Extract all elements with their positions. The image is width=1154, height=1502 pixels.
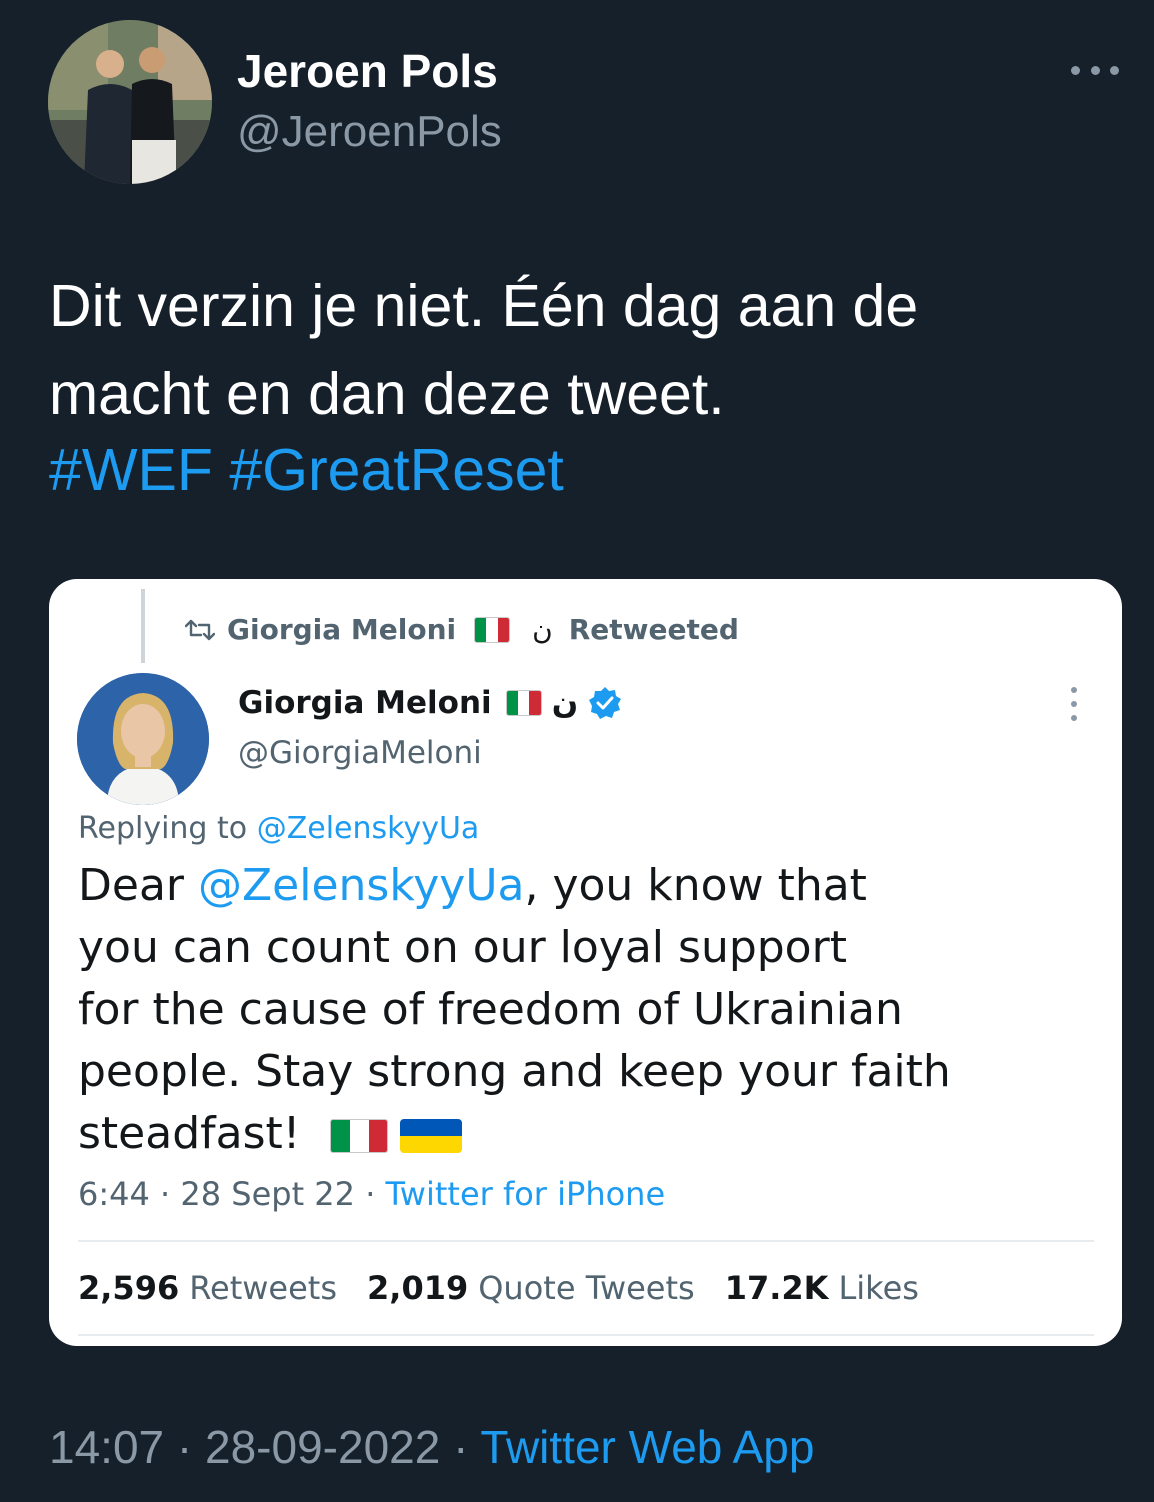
quotes-stat: 2,019 Quote Tweets <box>367 1269 695 1307</box>
italy-flag-icon <box>474 616 511 643</box>
italy-flag-icon <box>330 1119 389 1153</box>
embedded-author-row: Giorgia Meloni ن <box>238 685 622 721</box>
nun-glyph: ن <box>551 685 579 721</box>
author-avatar[interactable] <box>48 20 212 184</box>
retweeted-by-name: Giorgia Meloni <box>227 613 457 646</box>
embedded-body-line: Dear @ZelenskyyUa, you know that <box>78 855 1098 917</box>
italy-flag-icon <box>505 690 542 716</box>
retweets-count: 2,596 <box>78 1269 180 1307</box>
hashtags: #WEF #GreatReset <box>49 432 564 508</box>
ukraine-flag-icon <box>400 1119 463 1153</box>
body-rest: , you know that <box>524 860 867 911</box>
more-options-icon[interactable] <box>1071 58 1119 82</box>
replying-to-label: Replying to <box>78 811 248 846</box>
engagement-stats: 2,596 Retweets 2,019 Quote Tweets 17.2K Lik… <box>78 1269 919 1307</box>
tweet-text: Dit verzin je niet. Één dag aan de macht… <box>49 262 1109 438</box>
embedded-date: 28 Sept 22 <box>180 1175 356 1213</box>
embedded-body-line: people. Stay strong and keep your faith <box>78 1046 951 1097</box>
retweet-icon <box>185 619 215 640</box>
embedded-tweet-screenshot[interactable]: Giorgia Meloni ن Retweeted Giorgia Melon… <box>49 579 1122 1346</box>
verified-badge-icon <box>589 687 622 719</box>
embedded-body-line: you can count on our loyal support <box>78 922 847 973</box>
hashtag-wef[interactable]: #WEF <box>49 437 213 503</box>
body-dear: Dear <box>78 860 185 911</box>
quotes-label: Quote Tweets <box>478 1269 695 1307</box>
retweeted-label: Retweeted <box>568 613 739 646</box>
nun-glyph: ن <box>532 613 553 646</box>
embedded-body-line: for the cause of freedom of Ukrainian <box>78 984 903 1035</box>
replying-to-mention: @ZelenskyyUa <box>256 811 480 846</box>
replying-to: Replying to @ZelenskyyUa <box>78 811 479 846</box>
giorgia-meloni-avatar <box>77 673 209 805</box>
giorgia-meloni-avatar-photo <box>77 673 209 805</box>
author-handle[interactable]: @JeroenPols <box>237 107 502 157</box>
stats-divider <box>78 1240 1094 1242</box>
tweet-date[interactable]: 28-09-2022 <box>205 1421 440 1473</box>
retweet-context: Giorgia Meloni ن Retweeted <box>185 613 739 646</box>
embedded-tweet-body: Dear @ZelenskyyUa, you know that you can… <box>78 855 1098 1165</box>
embedded-time: 6:44 <box>78 1175 150 1213</box>
tweet-source[interactable]: Twitter Web App <box>480 1421 814 1473</box>
quotes-count: 2,019 <box>367 1269 469 1307</box>
body-mention: @ZelenskyyUa <box>198 860 525 911</box>
thread-line <box>141 589 145 663</box>
hashtag-greatreset[interactable]: #GreatReset <box>229 437 564 503</box>
tweet-page: Jeroen Pols @JeroenPols Dit verzin je ni… <box>0 0 1154 1502</box>
likes-count: 17.2K <box>724 1269 829 1307</box>
embedded-author-handle: @GiorgiaMeloni <box>238 735 482 771</box>
embedded-author-name: Giorgia Meloni <box>238 685 492 721</box>
embedded-source: Twitter for iPhone <box>385 1175 666 1213</box>
likes-stat: 17.2K Likes <box>725 1269 919 1307</box>
embedded-body-line: steadfast! <box>78 1103 1098 1165</box>
tweet-text-line: Dit verzin je niet. Één dag aan de <box>49 273 919 339</box>
retweets-stat: 2,596 Retweets <box>78 1269 337 1307</box>
stats-bottom-divider <box>78 1334 1094 1336</box>
tweet-footer: 14:07 · 28-09-2022 · Twitter Web App <box>49 1421 815 1473</box>
vertical-more-icon <box>1069 687 1079 721</box>
author-name[interactable]: Jeroen Pols <box>237 44 498 98</box>
likes-label: Likes <box>838 1269 919 1307</box>
retweets-label: Retweets <box>189 1269 338 1307</box>
tweet-text-line: macht en dan deze tweet. <box>49 361 725 427</box>
embedded-tweet-meta: 6:44 · 28 Sept 22 · Twitter for iPhone <box>78 1175 666 1213</box>
author-avatar-photo <box>48 20 212 184</box>
tweet-time[interactable]: 14:07 <box>49 1421 164 1473</box>
body-last: steadfast! <box>78 1108 301 1159</box>
